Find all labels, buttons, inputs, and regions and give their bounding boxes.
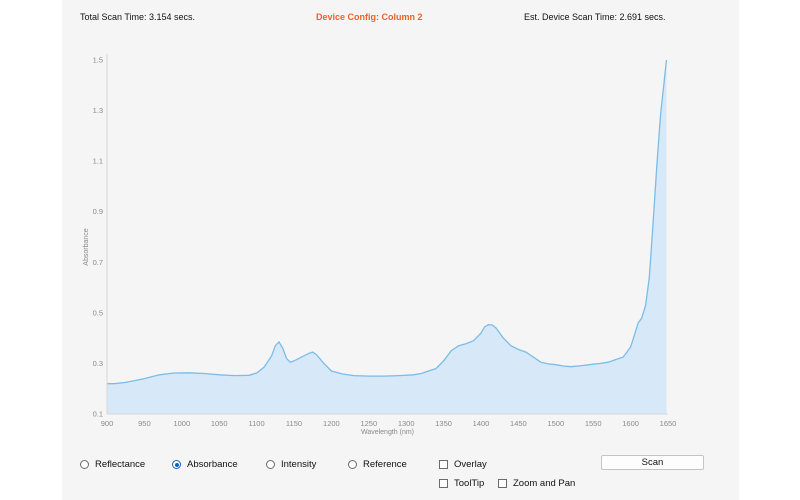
overlay-checkbox[interactable]: Overlay: [439, 459, 487, 470]
absorbance-label: Absorbance: [187, 459, 238, 470]
tooltip-label: ToolTip: [454, 478, 485, 489]
x-tick-label: 1500: [547, 419, 564, 428]
checkbox-box[interactable]: [439, 479, 448, 488]
radio-indicator-selected[interactable]: [172, 460, 181, 469]
x-tick-label: 950: [138, 419, 151, 428]
y-tick-label: 0.3: [93, 359, 103, 368]
intensity-label: Intensity: [281, 459, 317, 470]
x-tick-label: 1600: [622, 419, 639, 428]
x-tick-label: 1000: [173, 419, 190, 428]
y-axis-label: Absorbance: [83, 228, 90, 265]
tooltip-checkbox[interactable]: ToolTip: [439, 478, 484, 489]
x-tick-label: 1650: [660, 419, 677, 428]
checkbox-box[interactable]: [498, 479, 507, 488]
x-tick-label: 1050: [211, 419, 228, 428]
y-tick-labels: 0.1 0.3 0.5 0.7 0.9 1.1 1.3 1.5: [93, 56, 103, 419]
x-tick-label: 1450: [510, 419, 527, 428]
y-tick-label: 1.3: [93, 106, 103, 115]
radio-indicator[interactable]: [348, 460, 357, 469]
intensity-radio[interactable]: Intensity: [266, 459, 316, 470]
y-tick-label: 1.5: [93, 56, 103, 65]
y-tick-label: 1.1: [93, 157, 103, 166]
reflectance-label: Reflectance: [95, 459, 146, 470]
absorbance-chart[interactable]: 900 950 1000 1050 1100 1150 1200 1250 1300 1350 14…: [0, 0, 800, 440]
y-tick-label: 0.5: [93, 308, 103, 317]
x-tick-label: 1350: [435, 419, 452, 428]
x-tick-label: 900: [101, 419, 114, 428]
reference-radio[interactable]: Reference: [348, 459, 407, 470]
x-tick-label: 1250: [360, 419, 377, 428]
x-tick-label: 1200: [323, 419, 340, 428]
x-tick-label: 1100: [249, 419, 265, 428]
reference-label: Reference: [363, 459, 407, 470]
x-tick-labels: 900 950 1000 1050 1100 1150 1200 1250 1300 1350 14…: [101, 419, 677, 428]
x-axis-label: Wavelength (nm): [361, 429, 414, 436]
radio-indicator[interactable]: [80, 460, 89, 469]
y-tick-label: 0.9: [93, 207, 103, 216]
x-tick-label: 1400: [473, 419, 490, 428]
absorbance-radio[interactable]: Absorbance: [172, 459, 238, 470]
overlay-label: Overlay: [454, 459, 487, 470]
spectrum-line: [107, 59, 668, 385]
y-tick-label: 0.7: [93, 258, 103, 267]
radio-indicator[interactable]: [266, 460, 275, 469]
y-tick-label: 0.1: [93, 410, 103, 419]
scan-button[interactable]: Scan: [601, 455, 704, 470]
zoom-and-pan-label: Zoom and Pan: [513, 478, 576, 489]
x-tick-label: 1550: [585, 419, 602, 428]
zoom-and-pan-checkbox[interactable]: Zoom and Pan: [498, 478, 575, 489]
x-tick-label: 1300: [398, 419, 415, 428]
x-tick-label: 1150: [286, 419, 302, 428]
spectrum-area: [107, 60, 667, 414]
checkbox-box[interactable]: [439, 460, 448, 469]
reflectance-radio[interactable]: Reflectance: [80, 459, 145, 470]
